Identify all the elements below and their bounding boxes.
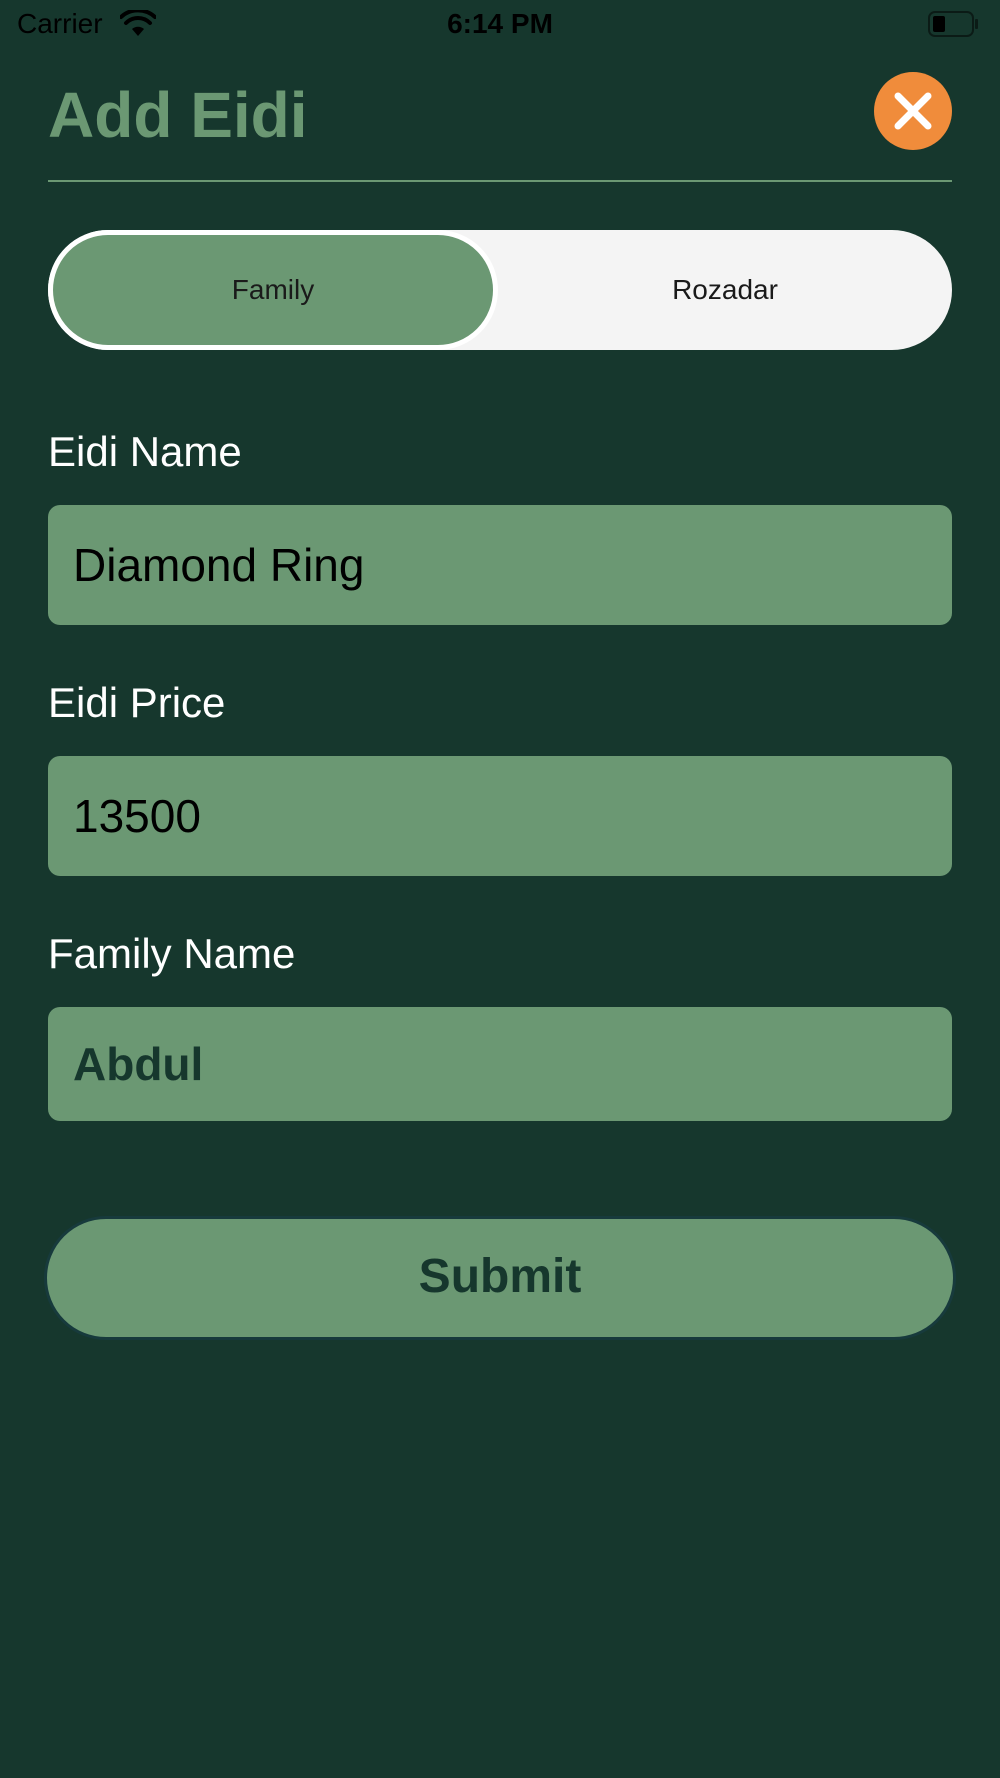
family-name-label: Family Name	[48, 930, 296, 977]
status-time: 6:14 PM	[447, 8, 553, 39]
close-icon	[894, 92, 932, 130]
eidi-name-input[interactable]: Diamond Ring	[48, 505, 952, 625]
eidi-name-label: Eidi Name	[48, 428, 242, 475]
page-title: Add Eidi	[48, 79, 308, 151]
eidi-price-input[interactable]: 13500	[48, 756, 952, 876]
family-name-select[interactable]: Abdul	[48, 1007, 952, 1121]
eidi-price-label: Eidi Price	[48, 679, 226, 726]
segment-rozadar[interactable]: Rozadar	[498, 230, 952, 350]
segment-family[interactable]: Family	[48, 230, 498, 350]
segmented-control: Family Rozadar	[48, 230, 952, 350]
status-bar: Carrier 6:14 PM	[0, 0, 1000, 50]
battery-icon	[928, 11, 980, 37]
submit-button[interactable]: Submit	[44, 1216, 956, 1340]
close-button[interactable]	[874, 72, 952, 150]
header-divider	[48, 180, 952, 182]
